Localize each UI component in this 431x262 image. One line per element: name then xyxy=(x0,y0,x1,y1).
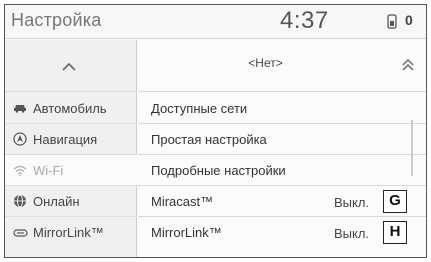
sidebar-item-vehicle[interactable]: Автомобиль xyxy=(5,93,137,124)
mirrorlink-icon xyxy=(9,228,31,238)
row-label: Miracast™ xyxy=(151,194,214,209)
row-label: MirrorLink™ xyxy=(151,225,222,240)
sidebar: Автомобиль Навигация Wi-Fi Онлайн Mirror xyxy=(5,40,137,257)
settings-screen: Настройка 4:37 0 Автомобиль Навигация Wi… xyxy=(4,4,427,258)
scroll-to-top-icon[interactable] xyxy=(401,58,415,72)
navigation-icon xyxy=(9,132,31,146)
page-title: Настройка xyxy=(11,10,102,30)
current-network-label: <Нет> xyxy=(248,56,283,70)
header-bar: Настройка 4:37 0 xyxy=(5,5,426,39)
wifi-icon xyxy=(9,165,31,176)
phone-battery-icon xyxy=(387,14,397,29)
car-icon xyxy=(9,103,31,113)
callout-badge-h: H xyxy=(383,221,407,244)
clock: 4:37 xyxy=(280,7,329,34)
easy-setup-button[interactable]: Простая настройка xyxy=(138,124,426,155)
available-networks-button[interactable]: Доступные сети xyxy=(138,93,426,124)
network-header: <Нет> xyxy=(138,40,426,92)
globe-icon xyxy=(9,194,31,208)
sidebar-item-navigation[interactable]: Навигация xyxy=(5,124,137,155)
sidebar-item-label: Онлайн xyxy=(33,193,80,209)
sidebar-item-label: Автомобиль xyxy=(33,100,107,116)
sidebar-item-mirrorlink[interactable]: MirrorLink™ xyxy=(5,217,137,248)
main-panel: <Нет> Доступные сети Простая настройка П… xyxy=(138,40,426,257)
row-label: Простая настройка xyxy=(151,132,267,147)
miracast-toggle[interactable]: Miracast™ Выкл. G xyxy=(138,186,426,217)
mirrorlink-status: Выкл. xyxy=(334,226,370,241)
sidebar-item-label: Навигация xyxy=(33,131,98,147)
sidebar-scroll-up-button[interactable] xyxy=(5,40,137,92)
mirrorlink-toggle[interactable]: MirrorLink™ Выкл. H xyxy=(138,217,426,248)
row-label: Подробные настройки xyxy=(151,163,286,178)
phone-count: 0 xyxy=(405,12,413,28)
sidebar-item-label: MirrorLink™ xyxy=(33,225,104,240)
advanced-settings-button[interactable]: Подробные настройки xyxy=(138,155,426,186)
chevron-up-icon xyxy=(62,62,76,71)
sidebar-item-wifi[interactable]: Wi-Fi xyxy=(5,155,137,186)
sidebar-item-label: Wi-Fi xyxy=(33,162,64,178)
miracast-status: Выкл. xyxy=(334,195,370,210)
row-label: Доступные сети xyxy=(151,101,248,116)
callout-badge-g: G xyxy=(383,190,407,213)
sidebar-item-online[interactable]: Онлайн xyxy=(5,186,137,217)
scrollbar[interactable] xyxy=(411,120,413,176)
